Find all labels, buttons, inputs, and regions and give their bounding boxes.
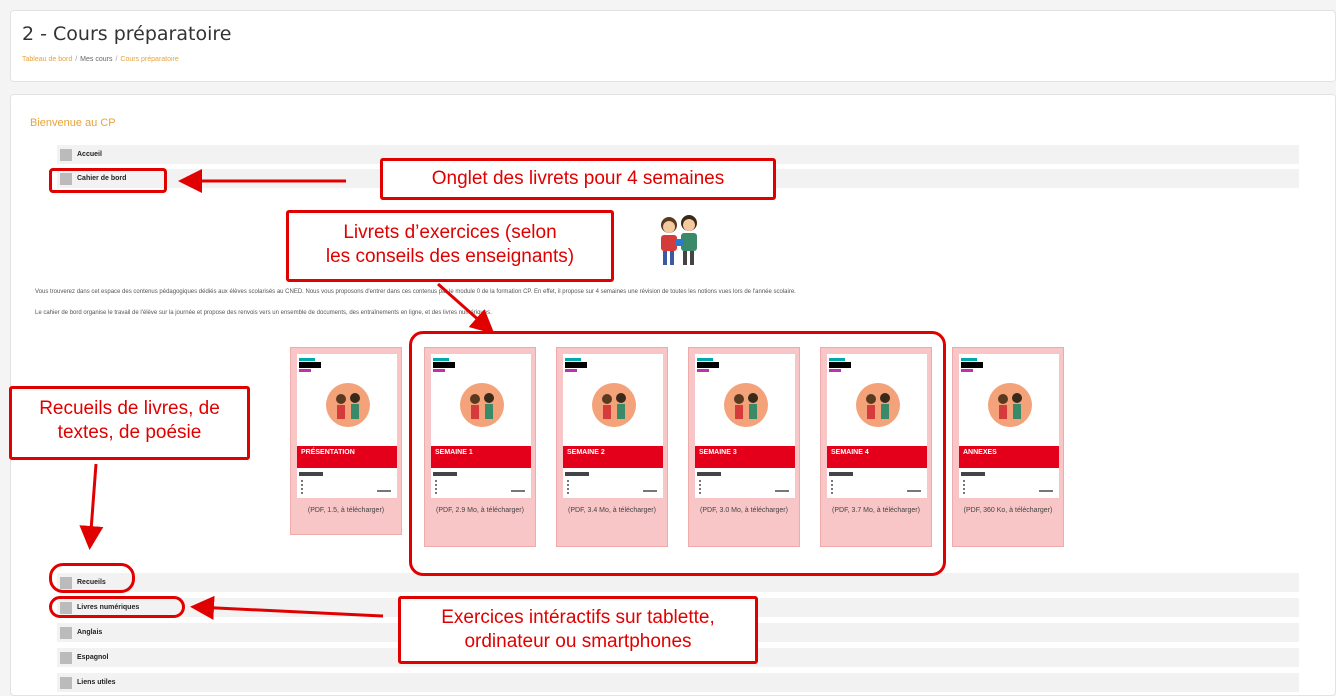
- annotation-exercices-line2: ordinateur ou smartphones: [464, 631, 692, 652]
- collapse-icon[interactable]: [60, 626, 72, 639]
- annotation-recueils-line2: textes, de poésie: [57, 422, 202, 443]
- course-description-2: Le cahier de bord organise le travail de…: [35, 310, 492, 316]
- breadcrumb: Tableau de bord / Mes cours / Cours préparat…: [22, 56, 179, 63]
- children-icon: [326, 383, 370, 427]
- page-header: 2 - Cours préparatoire Tableau de bord / M…: [10, 10, 1336, 82]
- breadcrumb-current-course[interactable]: Cours préparatoire: [120, 56, 178, 63]
- children-icon: [988, 383, 1032, 427]
- collapse-icon[interactable]: [60, 676, 72, 689]
- breadcrumb-dashboard[interactable]: Tableau de bord: [22, 56, 72, 63]
- annotation-livrets-line2: les conseils des enseignants): [325, 246, 575, 267]
- breadcrumb-my-courses[interactable]: Mes cours: [80, 56, 112, 63]
- collapse-icon[interactable]: [60, 148, 72, 161]
- highlight-recueils: [49, 563, 135, 593]
- section-label: Liens utiles: [77, 679, 116, 686]
- annotation-livrets: Livrets d’exercices (selon les conseils d…: [286, 210, 614, 282]
- annotation-onglet: Onglet des livrets pour 4 semaines: [380, 158, 776, 200]
- section-label: Espagnol: [77, 654, 109, 661]
- annotation-exercices: Exercices intéractifs sur tablette, ordin…: [398, 596, 758, 664]
- section-label: Accueil: [77, 151, 102, 158]
- section-title: Bienvenue au CP: [30, 117, 116, 129]
- section-liens-utiles[interactable]: Liens utiles: [57, 673, 1299, 692]
- annotation-livrets-line1: Livrets d’exercices (selon: [343, 222, 557, 243]
- highlight-cahier-de-bord: [49, 168, 167, 193]
- booklet-caption[interactable]: (PDF, 1.5, à télécharger): [291, 506, 401, 516]
- booklet-caption[interactable]: (PDF, 360 Ko, à télécharger): [953, 506, 1063, 516]
- annotation-recueils-line1: Recueils de livres, de: [39, 398, 220, 419]
- highlight-booklets: [409, 331, 946, 576]
- annotation-recueils: Recueils de livres, de textes, de poésie: [9, 386, 250, 460]
- annotation-exercices-line1: Exercices intéractifs sur tablette,: [441, 607, 715, 628]
- booklet-title: ANNEXES: [959, 446, 1059, 468]
- booklet-annexes[interactable]: ANNEXES (PDF, 360 Ko, à télécharger): [952, 347, 1064, 547]
- section-label: Anglais: [77, 629, 103, 636]
- collapse-icon[interactable]: [60, 651, 72, 664]
- booklet-presentation[interactable]: PRÉSENTATION (PDF, 1.5, à télécharger): [290, 347, 402, 535]
- page-title: 2 - Cours préparatoire: [22, 23, 232, 45]
- highlight-livres-numeriques: [49, 596, 185, 618]
- booklet-cover: PRÉSENTATION: [297, 354, 397, 498]
- children-illustration: [661, 215, 697, 265]
- booklet-title: PRÉSENTATION: [297, 446, 397, 468]
- booklet-cover: ANNEXES: [959, 354, 1059, 498]
- annotation-onglet-text: Onglet des livrets pour 4 semaines: [431, 168, 725, 189]
- course-description-1: Vous trouverez dans cet espace des conte…: [35, 289, 796, 295]
